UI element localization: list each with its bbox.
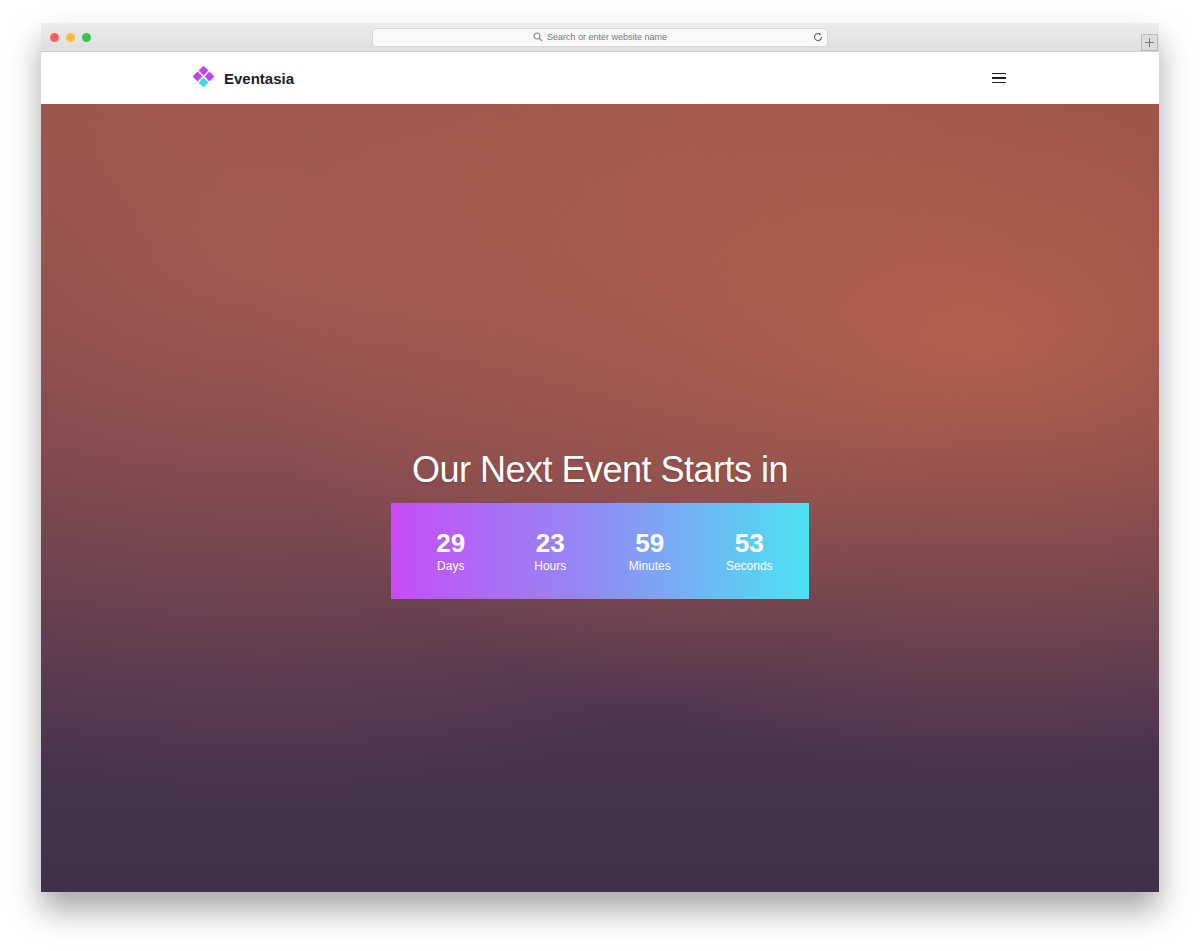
countdown-item: 29Days xyxy=(401,529,501,574)
site-header: Eventasia xyxy=(41,52,1159,104)
reload-icon[interactable] xyxy=(813,32,823,42)
new-tab-icon[interactable] xyxy=(1141,34,1158,51)
title-bar: Search or enter website name xyxy=(41,23,1159,52)
menu-icon[interactable] xyxy=(992,73,1006,84)
countdown-unit: Minutes xyxy=(629,559,671,573)
page: Search or enter website name Eventasia Our… xyxy=(0,0,1200,951)
countdown-value: 53 xyxy=(735,529,764,558)
countdown: 29Days23Hours59Minutes53Seconds xyxy=(391,503,809,599)
countdown-item: 23Hours xyxy=(501,529,601,574)
countdown-value: 23 xyxy=(536,529,565,558)
countdown-unit: Days xyxy=(437,559,464,573)
countdown-unit: Seconds xyxy=(726,559,773,573)
countdown-value: 29 xyxy=(436,529,465,558)
search-icon xyxy=(533,32,543,42)
address-bar[interactable]: Search or enter website name xyxy=(372,28,828,47)
minimize-button[interactable] xyxy=(66,33,75,42)
countdown-item: 53Seconds xyxy=(700,529,800,574)
zoom-button[interactable] xyxy=(82,33,91,42)
logo[interactable]: Eventasia xyxy=(192,66,294,90)
address-placeholder: Search or enter website name xyxy=(547,32,667,42)
close-button[interactable] xyxy=(50,33,59,42)
countdown-item: 59Minutes xyxy=(600,529,700,574)
hero-title: Our Next Event Starts in xyxy=(412,449,788,491)
countdown-unit: Hours xyxy=(534,559,566,573)
window-controls xyxy=(41,33,372,42)
logo-icon xyxy=(192,66,216,90)
browser-window: Search or enter website name Eventasia Our… xyxy=(41,23,1159,892)
logo-text: Eventasia xyxy=(224,70,294,87)
hero: Our Next Event Starts in29Days23Hours59M… xyxy=(41,104,1159,892)
countdown-value: 59 xyxy=(635,529,664,558)
